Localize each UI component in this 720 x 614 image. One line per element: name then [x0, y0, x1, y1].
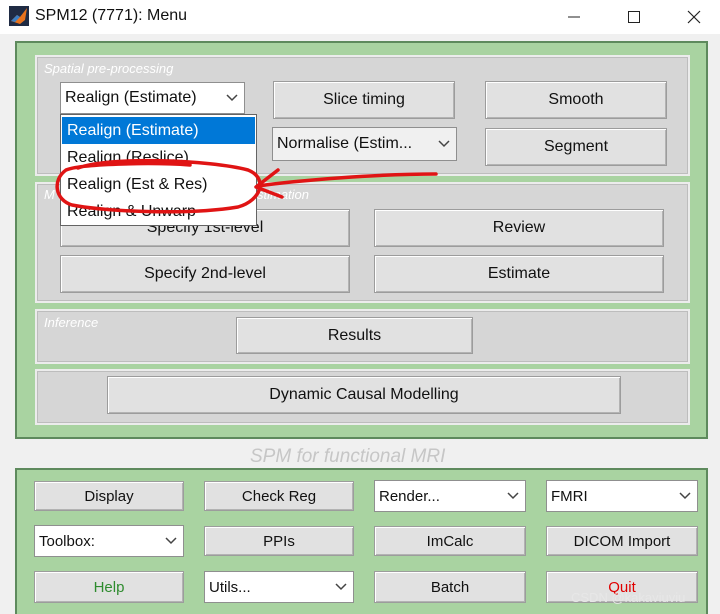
spatial-group-label: Spatial pre-processing: [44, 61, 174, 76]
dropdown-option-realign-reslice[interactable]: Realign (Reslice): [62, 144, 255, 171]
minimize-button[interactable]: [546, 0, 602, 34]
realign-select-value: Realign (Estimate): [65, 89, 197, 106]
smooth-button[interactable]: Smooth: [485, 81, 667, 119]
modality-select[interactable]: FMRI: [546, 480, 698, 512]
chevron-down-icon: [501, 481, 525, 511]
slice-timing-button[interactable]: Slice timing: [273, 81, 455, 119]
normalise-select-value: Normalise (Estim...: [277, 135, 413, 152]
segment-button[interactable]: Segment: [485, 128, 667, 166]
utils-select-value: Utils...: [209, 578, 251, 596]
chevron-down-icon: [673, 481, 697, 511]
batch-button[interactable]: Batch: [374, 571, 526, 603]
help-button[interactable]: Help: [34, 571, 184, 603]
dropdown-option-realign-est-res[interactable]: Realign (Est & Res): [62, 171, 255, 198]
inference-group-label: Inference: [44, 315, 99, 330]
chevron-down-icon: [329, 572, 353, 602]
estimate-button[interactable]: Estimate: [374, 255, 664, 293]
toolbox-select-value: Toolbox:: [39, 532, 95, 550]
title-bar: SPM12 (7771): Menu: [0, 0, 720, 34]
dynamic-causal-modelling-button[interactable]: Dynamic Causal Modelling: [107, 376, 621, 414]
window-title: SPM12 (7771): Menu: [35, 7, 188, 24]
chevron-down-icon: [432, 128, 456, 160]
maximize-button[interactable]: [606, 0, 662, 34]
dropdown-option-realign-estimate[interactable]: Realign (Estimate): [62, 117, 255, 144]
chevron-down-icon: [159, 526, 183, 556]
review-button[interactable]: Review: [374, 209, 664, 247]
dicom-import-button[interactable]: DICOM Import: [546, 526, 698, 556]
utils-select[interactable]: Utils...: [204, 571, 354, 603]
normalise-select[interactable]: Normalise (Estim...: [272, 127, 457, 161]
ppis-button[interactable]: PPIs: [204, 526, 354, 556]
realign-select[interactable]: Realign (Estimate): [60, 82, 245, 114]
model-group-label-start: M: [44, 187, 55, 202]
results-button[interactable]: Results: [236, 317, 473, 354]
spm-caption: SPM for functional MRI: [250, 446, 446, 467]
chevron-down-icon: [220, 83, 244, 113]
maximize-icon: [628, 11, 640, 23]
specify-2nd-level-button[interactable]: Specify 2nd-level: [60, 255, 350, 293]
close-button[interactable]: [666, 0, 720, 34]
model-group-label-end: stimation: [257, 187, 310, 202]
minimize-icon: [568, 16, 580, 18]
matlab-app-icon: [9, 6, 29, 26]
close-icon: [687, 10, 701, 24]
dropdown-option-realign-unwarp[interactable]: Realign & Unwarp: [62, 198, 255, 225]
check-reg-button[interactable]: Check Reg: [204, 481, 354, 511]
imcalc-button[interactable]: ImCalc: [374, 526, 526, 556]
modality-select-value: FMRI: [551, 487, 588, 505]
display-button[interactable]: Display: [34, 481, 184, 511]
render-select-value: Render...: [379, 487, 440, 505]
watermark: CSDN @kakaviuviu: [571, 590, 686, 605]
render-select[interactable]: Render...: [374, 480, 526, 512]
realign-dropdown-list: Realign (Estimate) Realign (Reslice) Rea…: [60, 114, 257, 226]
toolbox-select[interactable]: Toolbox:: [34, 525, 184, 557]
